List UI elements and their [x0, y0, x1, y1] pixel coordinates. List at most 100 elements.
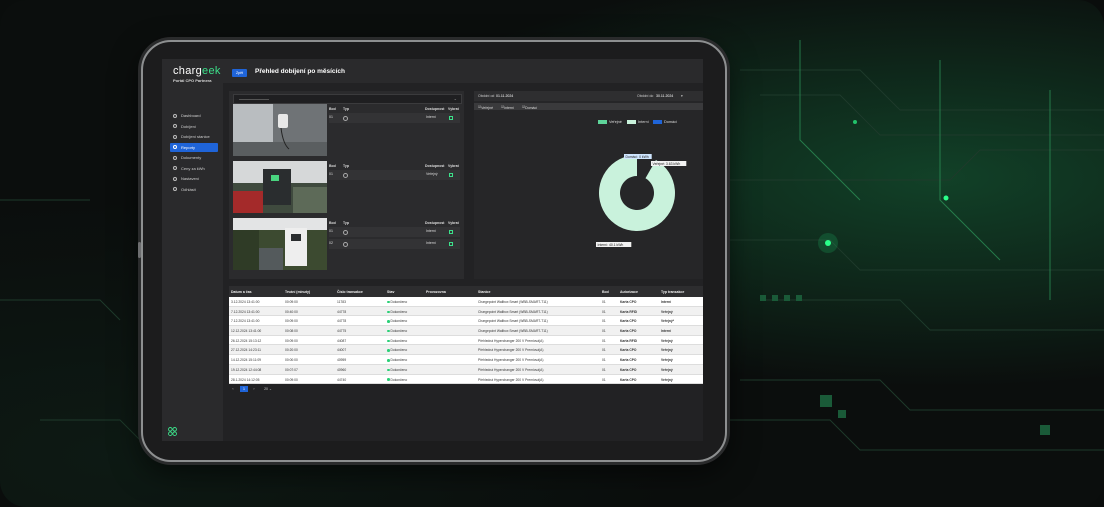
column-header[interactable]: Datum a čas — [231, 290, 252, 294]
plug-icon — [343, 172, 348, 178]
column-header[interactable]: Provozovna — [426, 290, 446, 294]
logo-accent-text: eek — [202, 65, 221, 77]
station-select[interactable]: ⌄ — [233, 94, 462, 104]
sidebar-item-label: Nastavení — [181, 176, 200, 181]
table-cell: Dokončeno — [387, 358, 407, 362]
column-header[interactable]: Trvání (minuty) — [285, 290, 310, 294]
column-header[interactable]: Stanice — [478, 290, 490, 294]
table-cell: 00:07:07 — [285, 367, 298, 372]
table-cell: Dokončeno — [387, 300, 407, 304]
sidebar-item-charging[interactable]: Dobíjení — [170, 122, 218, 131]
station-row[interactable]: 01 Veřejný — [329, 170, 460, 180]
legend-item-verejne: Veřejné — [598, 120, 622, 124]
table-row[interactable]: 28.1.2024 14:12:05 00:09:00 44740 Dokončeno… — [229, 374, 703, 385]
table-cell: 14.12.2024 15:11:09 — [231, 358, 262, 363]
station-access: Veřejný — [426, 172, 438, 176]
home-icon — [173, 113, 177, 118]
col-dostupnost: Dostupnost — [425, 221, 445, 225]
report-icon — [173, 145, 177, 149]
table-cell: Interní — [661, 329, 672, 334]
checkbox[interactable] — [449, 116, 453, 120]
calendar-icon[interactable]: ▾ — [681, 94, 683, 98]
legend-swatch — [653, 120, 662, 124]
station-card: Bod Typ Dostupnost Vybrat 01 Interní — [233, 218, 460, 270]
column-header[interactable]: Číslo transakce — [337, 290, 363, 294]
sidebar-item-logout[interactable]: Odhlásit — [170, 185, 218, 194]
table-cell: Dokončeno — [387, 310, 407, 314]
table-cell: 44740 — [337, 377, 347, 382]
legend-item-interni: Interní — [627, 120, 649, 124]
table-cell: 27.12.2024 14:23:11 — [231, 348, 262, 353]
table-cell: 40959 — [337, 358, 347, 363]
station-row[interactable]: 02 Interní — [329, 239, 460, 249]
page-number-button[interactable]: 1 — [240, 386, 248, 392]
checkbox[interactable] — [449, 230, 453, 234]
status-dot — [387, 368, 390, 372]
station-photo — [233, 218, 327, 270]
table-cell: Karta CPO — [620, 348, 637, 353]
table-cell: 11783 — [337, 300, 346, 304]
table-cell: 01 — [602, 338, 606, 343]
col-dostupnost: Dostupnost — [425, 107, 445, 111]
table-cell: 00:40:00 — [285, 309, 298, 314]
brand-mark-icon — [168, 427, 177, 436]
table-row[interactable]: 26.12.2024 15:13:12 00:09:00 44087 Dokončen… — [229, 335, 703, 346]
column-header[interactable]: Stav — [387, 290, 394, 294]
status-dot — [387, 329, 390, 333]
pagination: ‹ 1 › 20 ⌄ — [229, 384, 703, 394]
checkbox[interactable] — [449, 242, 453, 246]
filter-interni[interactable]: ☑ Interní — [501, 105, 514, 111]
logo[interactable]: chargeek — [173, 65, 221, 77]
column-header[interactable]: Bod — [602, 290, 609, 294]
column-header[interactable]: Autorizace — [620, 290, 638, 294]
table-cell: 44775 — [337, 329, 347, 334]
filter-domaci[interactable]: ☑ Domácí — [522, 105, 537, 111]
table-cell: Chargepoint Wallbox Smart (WBB-SMART-T11… — [478, 300, 548, 304]
column-header[interactable]: Typ transakce — [661, 290, 684, 294]
sidebar-item-prices[interactable]: Ceny za kWh — [170, 164, 218, 173]
station-access: Interní — [426, 241, 436, 245]
top-bar: Zpět Přehled dobíjení po měsících — [223, 59, 703, 83]
legend-swatch — [598, 120, 607, 124]
next-page-button[interactable]: › — [250, 386, 258, 392]
table-row[interactable]: 27.12.2024 14:23:11 00:20:00 44007 Dokončen… — [229, 345, 703, 356]
station-table-header: Bod Typ Dostupnost Vybrat — [329, 219, 460, 225]
filter-label: Veřejné — [481, 106, 494, 110]
type-filters: ☑ Veřejné ☑ Interní ☑ Domácí — [474, 103, 703, 110]
station-table-header: Bod Typ Dostupnost Vybrat — [329, 162, 460, 168]
plug-icon — [343, 115, 348, 121]
page-size-select[interactable]: 20 ⌄ — [261, 386, 275, 392]
period-to-input[interactable]: 30.11.2024 — [656, 94, 673, 98]
sidebar-item-stations[interactable]: Dobíjení stanice — [170, 132, 218, 141]
sidebar-item-label: Dashboard — [181, 113, 201, 118]
table-cell: Dokončeno — [387, 368, 407, 372]
col-bod: Bod — [329, 164, 336, 168]
table-row[interactable]: 14.12.2024 15:11:09 00:00:00 40959 Dokončen… — [229, 355, 703, 365]
back-button[interactable]: Zpět — [232, 69, 247, 77]
table-cell: 00:09:00 — [285, 300, 298, 304]
sidebar-item-settings[interactable]: Nastavení — [170, 174, 218, 183]
filter-label: Domácí — [525, 106, 538, 110]
station-row[interactable]: 01 Interní — [329, 227, 460, 237]
station-photo — [233, 161, 327, 213]
checkbox[interactable] — [449, 173, 453, 177]
status-dot — [387, 300, 390, 304]
station-row[interactable]: 01 Interní — [329, 113, 460, 123]
table-row[interactable]: 7.12.2024 13:41:00 00:09:00 44778 Dokončeno… — [229, 316, 703, 327]
table-row[interactable]: 7.12.2024 13:41:00 00:40:00 44778 Dokončeno… — [229, 306, 703, 317]
table-row[interactable]: 12.12.2024 13:41:00 00:08:00 44775 Dokončen… — [229, 326, 703, 336]
table-cell: Veřejný — [661, 309, 673, 314]
table-row[interactable]: 3.12.2024 13:41:00 00:09:00 11783 Dokončeno… — [229, 297, 703, 307]
sidebar-item-documents[interactable]: Dokumenty — [170, 153, 218, 162]
filter-verejne[interactable]: ☑ Veřejné — [478, 105, 493, 111]
table-cell: Přehledná Hyperchanger 200 V Premiová(A) — [478, 338, 544, 343]
prev-page-button[interactable]: ‹ — [229, 386, 237, 392]
sidebar-item-reports[interactable]: Reporty — [170, 142, 218, 152]
period-from-input[interactable]: 01.11.2024 — [496, 94, 513, 98]
table-row[interactable]: 19.12.2024 12:44:08 00:07:07 40960 Dokončen… — [229, 364, 703, 375]
sidebar-item-dashboard[interactable]: Dashboard — [170, 111, 218, 120]
table-cell: 7.12.2024 13:41:00 — [231, 319, 260, 324]
table-cell: Dokončeno — [387, 378, 407, 382]
status-dot — [387, 310, 390, 314]
station-card: Bod Typ Dostupnost Vybrat 01 Veřejný — [233, 161, 460, 213]
